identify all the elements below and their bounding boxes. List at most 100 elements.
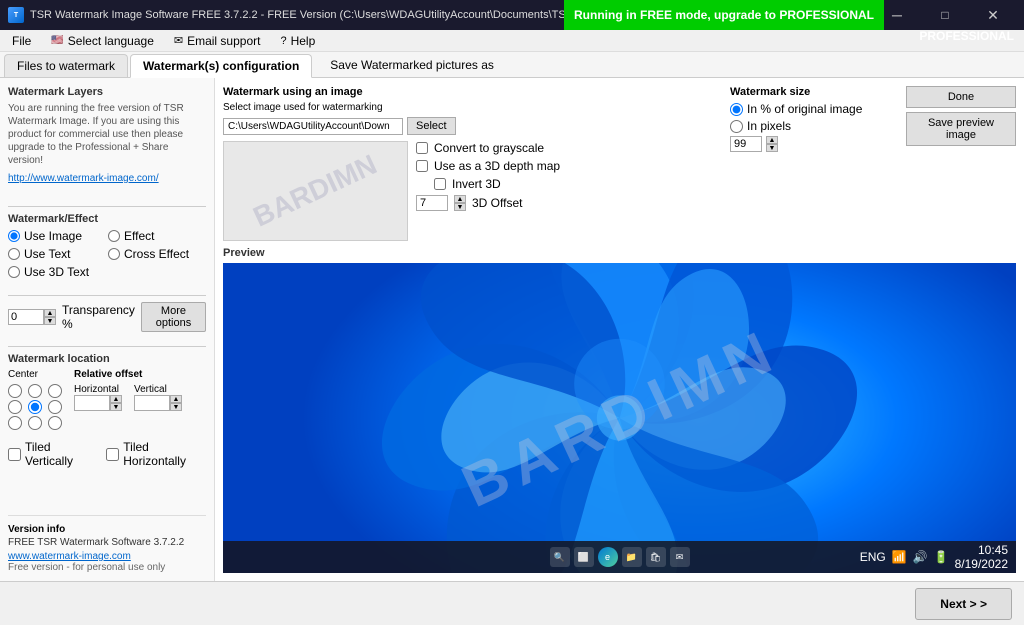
loc-bl[interactable] bbox=[8, 416, 22, 430]
size-up[interactable]: ▲ bbox=[766, 136, 778, 144]
horizontal-up[interactable]: ▲ bbox=[110, 395, 122, 403]
offset-area: Relative offset Horizontal 0 ▲ ▼ bbox=[74, 369, 182, 411]
horizontal-down[interactable]: ▼ bbox=[110, 403, 122, 411]
image-options: Convert to grayscale Use as a 3D depth m… bbox=[416, 141, 560, 241]
next-button[interactable]: Next > > bbox=[915, 588, 1012, 620]
grayscale-checkbox[interactable] bbox=[416, 142, 428, 154]
transparency-spinner: 0 ▲ ▼ bbox=[8, 309, 56, 325]
upgrade-banner-real[interactable]: Running in FREE mode, upgrade to PROFESS… bbox=[564, 0, 884, 30]
loc-br[interactable] bbox=[48, 416, 62, 430]
watermark-image-title: Watermark using an image bbox=[223, 86, 714, 98]
taskbar-mail-icon: ✉ bbox=[670, 547, 690, 567]
size-down[interactable]: ▼ bbox=[766, 144, 778, 152]
loc-tl[interactable] bbox=[8, 384, 22, 398]
tab-files[interactable]: Files to watermark bbox=[4, 54, 128, 77]
tray-lang: ENG bbox=[860, 550, 886, 564]
main-layout: Watermark Layers You are running the fre… bbox=[0, 78, 1024, 581]
loc-ml[interactable] bbox=[8, 400, 22, 414]
location-grid-area: Center bbox=[8, 369, 66, 434]
maximize-button[interactable]: □ bbox=[922, 0, 968, 30]
divider-1 bbox=[8, 206, 206, 207]
menu-file[interactable]: File bbox=[4, 32, 39, 50]
side-buttons: Done Save preview image bbox=[906, 86, 1016, 241]
vertical-down[interactable]: ▼ bbox=[170, 403, 182, 411]
file-path-input[interactable] bbox=[223, 118, 403, 135]
watermark-size-title: Watermark size bbox=[730, 86, 890, 98]
tab-save[interactable]: Save Watermarked pictures as bbox=[318, 54, 506, 76]
taskbar-store-icon: 🛍 bbox=[646, 547, 666, 567]
taskbar-edge-icon: e bbox=[598, 547, 618, 567]
size-px-radio[interactable] bbox=[730, 120, 743, 133]
image-preview-and-options: BARDIMN Convert to grayscale Use as a 3D… bbox=[223, 141, 714, 241]
radio-effect-input[interactable] bbox=[108, 230, 120, 242]
config-top: Watermark using an image Select image us… bbox=[223, 86, 1016, 241]
size-value-input[interactable] bbox=[730, 136, 762, 152]
left-panel: Watermark Layers You are running the fre… bbox=[0, 78, 215, 581]
version-link[interactable]: www.watermark-image.com bbox=[8, 551, 131, 562]
radio-use-3d-text-input[interactable] bbox=[8, 266, 20, 278]
loc-tr[interactable] bbox=[48, 384, 62, 398]
close-button[interactable]: ✕ bbox=[970, 0, 1016, 30]
tiled-row: Tiled Vertically Tiled Horizontally bbox=[8, 440, 206, 468]
radio-use-text-input[interactable] bbox=[8, 248, 20, 260]
tab-config[interactable]: Watermark(s) configuration bbox=[130, 54, 312, 78]
divider-2 bbox=[8, 295, 206, 296]
horizontal-label: Horizontal bbox=[74, 384, 119, 395]
minimize-button[interactable]: ─ bbox=[874, 0, 920, 30]
transparency-up[interactable]: ▲ bbox=[44, 309, 56, 317]
transparency-input[interactable]: 0 bbox=[8, 309, 44, 325]
vertical-input[interactable]: 0 bbox=[134, 395, 170, 411]
offset-up[interactable]: ▲ bbox=[454, 195, 466, 203]
preview-label: Preview bbox=[223, 247, 1016, 259]
save-preview-button[interactable]: Save preview image bbox=[906, 112, 1016, 146]
watermark-link[interactable]: http://www.watermark-image.com/ bbox=[8, 173, 206, 184]
win11-wallpaper: BARDIMN 🔍 ⬜ e 📁 🛍 ✉ bbox=[223, 263, 1016, 573]
watermark-layers-section: Watermark Layers You are running the fre… bbox=[8, 86, 206, 192]
invert-3d-option: Invert 3D bbox=[434, 177, 560, 191]
help-icon: ? bbox=[280, 35, 286, 47]
menu-email-support[interactable]: ✉ Email support bbox=[166, 32, 269, 50]
taskbar-tray: ENG 📶 🔊 🔋 10:45 8/19/2022 bbox=[860, 543, 1008, 571]
version-free: Free version - for personal use only bbox=[8, 562, 206, 573]
file-row: Select bbox=[223, 117, 714, 135]
version-section: Version info FREE TSR Watermark Software… bbox=[8, 515, 206, 573]
transparency-arrows: ▲ ▼ bbox=[44, 309, 56, 325]
win11-flower-svg bbox=[223, 263, 1016, 573]
transparency-down[interactable]: ▼ bbox=[44, 317, 56, 325]
loc-bc[interactable] bbox=[28, 416, 42, 430]
watermark-preview-box: BARDIMN bbox=[223, 141, 408, 241]
size-radio-group: In % of original image In pixels ▲ ▼ bbox=[730, 102, 890, 152]
tiled-horizontally-checkbox[interactable] bbox=[106, 448, 119, 461]
depth-map-checkbox[interactable] bbox=[416, 160, 428, 172]
vertical-arrows: ▲ ▼ bbox=[170, 395, 182, 411]
version-name: FREE TSR Watermark Software 3.7.2.2 bbox=[8, 537, 206, 548]
watermark-layers-title: Watermark Layers bbox=[8, 86, 206, 98]
done-button[interactable]: Done bbox=[906, 86, 1016, 108]
more-options-button[interactable]: More options bbox=[141, 302, 206, 332]
tiled-vertically-checkbox[interactable] bbox=[8, 448, 21, 461]
watermark-info-text: You are running the free version of TSR … bbox=[8, 102, 206, 167]
grayscale-option: Convert to grayscale bbox=[416, 141, 560, 155]
tray-battery-icon: 🔋 bbox=[934, 550, 949, 564]
loc-tc[interactable] bbox=[28, 384, 42, 398]
tiled-horizontally-item: Tiled Horizontally bbox=[106, 440, 206, 468]
offset-input[interactable] bbox=[416, 195, 448, 211]
watermark-effect-section: Watermark/Effect Use Image Effect Use Te… bbox=[8, 213, 206, 281]
horizontal-spinner: 0 ▲ ▼ bbox=[74, 395, 122, 411]
loc-mr[interactable] bbox=[48, 400, 62, 414]
loc-mc[interactable] bbox=[28, 400, 42, 414]
vertical-offset-col: Vertical 0 ▲ ▼ bbox=[134, 384, 182, 411]
radio-use-image-input[interactable] bbox=[8, 230, 20, 242]
radio-cross-effect-input[interactable] bbox=[108, 248, 120, 260]
horizontal-input[interactable]: 0 bbox=[74, 395, 110, 411]
size-pct-radio[interactable] bbox=[730, 103, 743, 116]
invert-3d-checkbox[interactable] bbox=[434, 178, 446, 190]
size-value-row: ▲ ▼ bbox=[730, 136, 890, 152]
menu-select-language[interactable]: 🇺🇸 Select language bbox=[43, 32, 162, 50]
vertical-up[interactable]: ▲ bbox=[170, 395, 182, 403]
offset-down[interactable]: ▼ bbox=[454, 203, 466, 211]
menu-help[interactable]: ? Help bbox=[272, 32, 323, 50]
taskbar-taskview-icon: ⬜ bbox=[574, 547, 594, 567]
radio-use-image: Use Image bbox=[8, 229, 106, 243]
select-button[interactable]: Select bbox=[407, 117, 456, 135]
